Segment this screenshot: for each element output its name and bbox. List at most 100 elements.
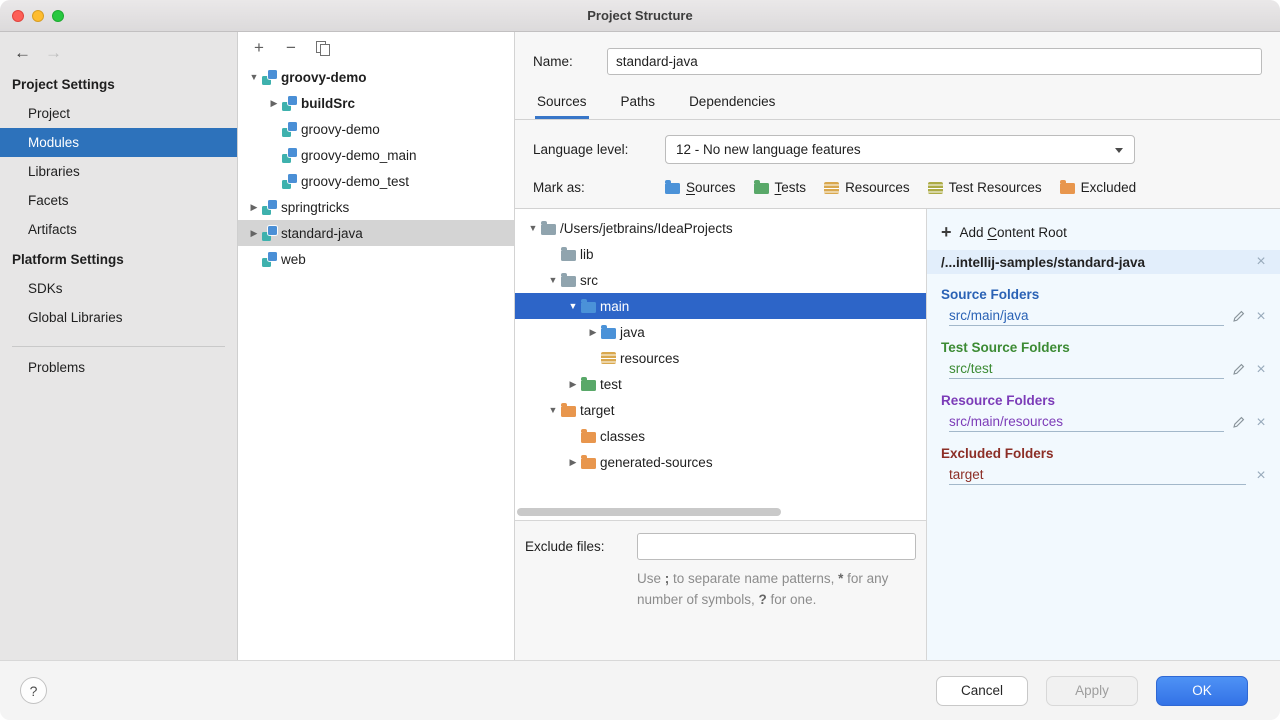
exclude-hint: Use ; to separate name patterns, * for a…: [637, 571, 889, 608]
module-name: web: [281, 251, 306, 267]
content-folder-row: target ×: [949, 465, 1268, 486]
chevron-right-icon[interactable]: ▶: [565, 457, 581, 468]
chevron-down-icon[interactable]: ▼: [565, 301, 581, 311]
chevron-down-icon[interactable]: ▼: [525, 223, 541, 233]
remove-icon[interactable]: ×: [1254, 467, 1268, 484]
help-button[interactable]: ?: [20, 677, 47, 704]
ok-button[interactable]: OK: [1156, 675, 1248, 706]
module-tree-row-buildsrc[interactable]: ▶ buildSrc: [238, 90, 514, 116]
sidebar-item-problems[interactable]: Problems: [0, 353, 237, 382]
module-tree-row-groovy-demo[interactable]: groovy-demo: [238, 116, 514, 142]
language-level-select[interactable]: 12 - No new language features: [665, 135, 1135, 164]
sidebar-item-sdks[interactable]: SDKs: [0, 274, 237, 303]
remove-icon[interactable]: ×: [1254, 361, 1268, 378]
back-arrow-icon[interactable]: ←: [14, 44, 31, 61]
file-tree-row-main[interactable]: ▼ main: [515, 293, 926, 319]
apply-button[interactable]: Apply: [1046, 675, 1138, 706]
chevron-right-icon[interactable]: ▶: [585, 327, 601, 338]
file-tree-row-classes[interactable]: classes: [515, 423, 926, 449]
file-tree-row-target[interactable]: ▼ target: [515, 397, 926, 423]
add-module-button[interactable]: +: [246, 35, 272, 61]
file-tree-row-test[interactable]: ▶ test: [515, 371, 926, 397]
file-name: classes: [600, 428, 646, 444]
chevron-right-icon[interactable]: ▶: [565, 379, 581, 390]
mark-as-test-resources[interactable]: Test Resources: [927, 180, 1042, 195]
tab-sources[interactable]: Sources: [535, 85, 589, 119]
sidebar-item-modules[interactable]: Modules: [0, 128, 237, 157]
copy-module-button[interactable]: [310, 35, 336, 61]
folder-icon: [581, 454, 596, 469]
module-tree-row-web[interactable]: web: [238, 246, 514, 272]
remove-icon[interactable]: ×: [1254, 254, 1268, 270]
tab-dependencies[interactable]: Dependencies: [687, 85, 777, 119]
sidebar-item-project[interactable]: Project: [0, 99, 237, 128]
sidebar-item-global-libraries[interactable]: Global Libraries: [0, 303, 237, 332]
folder-path-link[interactable]: src/main/resources: [949, 414, 1063, 429]
file-name: target: [580, 402, 615, 418]
folder-underline: src/main/resources: [949, 414, 1224, 432]
mark-as-resources[interactable]: Resources: [824, 180, 910, 195]
remove-icon[interactable]: ×: [1254, 308, 1268, 325]
file-tree-row-resources[interactable]: resources: [515, 345, 926, 371]
file-tree-row-src[interactable]: ▼ src: [515, 267, 926, 293]
chevron-down-icon[interactable]: ▼: [545, 275, 561, 285]
folder-path-link[interactable]: src/test: [949, 361, 993, 376]
minimize-button[interactable]: [32, 10, 44, 22]
module-name: buildSrc: [301, 95, 356, 111]
edit-pencil-icon[interactable]: [1232, 416, 1245, 429]
folder-icon: [601, 324, 616, 339]
content-root-groups: Source Folders src/main/java × Test Source …: [941, 287, 1268, 486]
chevron-down-icon[interactable]: ▼: [246, 72, 262, 82]
group-title-source-folders: Source Folders: [941, 287, 1040, 302]
mark-as-label: Mark as:: [533, 180, 585, 195]
module-tree-row-groovy-demo-main[interactable]: groovy-demo_main: [238, 142, 514, 168]
module-tree-row-groovy-demo-test[interactable]: groovy-demo_test: [238, 168, 514, 194]
module-tree-row-springtricks[interactable]: ▶ springtricks: [238, 194, 514, 220]
content-root-row[interactable]: /...intellij-samples/standard-java ×: [927, 250, 1280, 274]
close-button[interactable]: [12, 10, 24, 22]
file-tree-row-generated-sources[interactable]: ▶ generated-sources: [515, 449, 926, 475]
module-name: springtricks: [281, 199, 350, 215]
folder-path-link[interactable]: src/main/java: [949, 308, 1029, 323]
folder-underline: src/main/java: [949, 308, 1224, 326]
folder-path-link[interactable]: target: [949, 467, 984, 482]
cancel-button[interactable]: Cancel: [936, 675, 1028, 706]
chevron-right-icon[interactable]: ▶: [246, 228, 262, 239]
chevron-right-icon[interactable]: ▶: [266, 98, 282, 109]
zoom-button[interactable]: [52, 10, 64, 22]
module-tree-row-standard-java[interactable]: ▶ standard-java: [238, 220, 514, 246]
resources-stack-icon: [927, 181, 943, 194]
mark-as-excluded[interactable]: Excluded: [1059, 180, 1136, 195]
chevron-right-icon[interactable]: ▶: [246, 202, 262, 213]
module-editor: Name: Sources Paths Dependencies Language …: [515, 32, 1280, 660]
chevron-down-icon[interactable]: ▼: [545, 405, 561, 415]
mark-as-tests[interactable]: Tests: [753, 180, 806, 195]
file-tree-row-users-jetbrains-ideaprojects[interactable]: ▼ /Users/jetbrains/IdeaProjects: [515, 215, 926, 241]
tab-paths[interactable]: Paths: [619, 85, 658, 119]
add-content-root-button[interactable]: + Add Content Root: [941, 217, 1268, 247]
file-name: test: [600, 376, 622, 392]
sidebar-nav: Project Settings Project Modules Libraries F…: [0, 69, 237, 332]
resources-stack-icon: [601, 352, 616, 364]
group-title-test-source-folders: Test Source Folders: [941, 340, 1070, 355]
sidebar-item-artifacts[interactable]: Artifacts: [0, 215, 237, 244]
exclude-files-input[interactable]: [637, 533, 916, 560]
module-name-input[interactable]: [607, 48, 1262, 75]
folder-icon: [561, 272, 576, 287]
file-tree-row-java[interactable]: ▶ java: [515, 319, 926, 345]
module-tree-row-groovy-demo[interactable]: ▼ groovy-demo: [238, 64, 514, 90]
mark-as-sources[interactable]: Sources: [665, 180, 736, 195]
forward-arrow-icon[interactable]: →: [45, 44, 62, 61]
sidebar-item-libraries[interactable]: Libraries: [0, 157, 237, 186]
module-icon: [262, 251, 277, 267]
remove-icon[interactable]: ×: [1254, 414, 1268, 431]
edit-pencil-icon[interactable]: [1232, 363, 1245, 376]
edit-pencil-icon[interactable]: [1232, 310, 1245, 323]
sidebar-item-facets[interactable]: Facets: [0, 186, 237, 215]
remove-module-button[interactable]: −: [278, 35, 304, 61]
file-tree-row-lib[interactable]: lib: [515, 241, 926, 267]
exclude-files-label: Exclude files:: [525, 539, 605, 554]
file-name: generated-sources: [600, 454, 713, 470]
horizontal-scrollbar[interactable]: [517, 508, 781, 516]
module-toolbar: + −: [238, 32, 514, 64]
